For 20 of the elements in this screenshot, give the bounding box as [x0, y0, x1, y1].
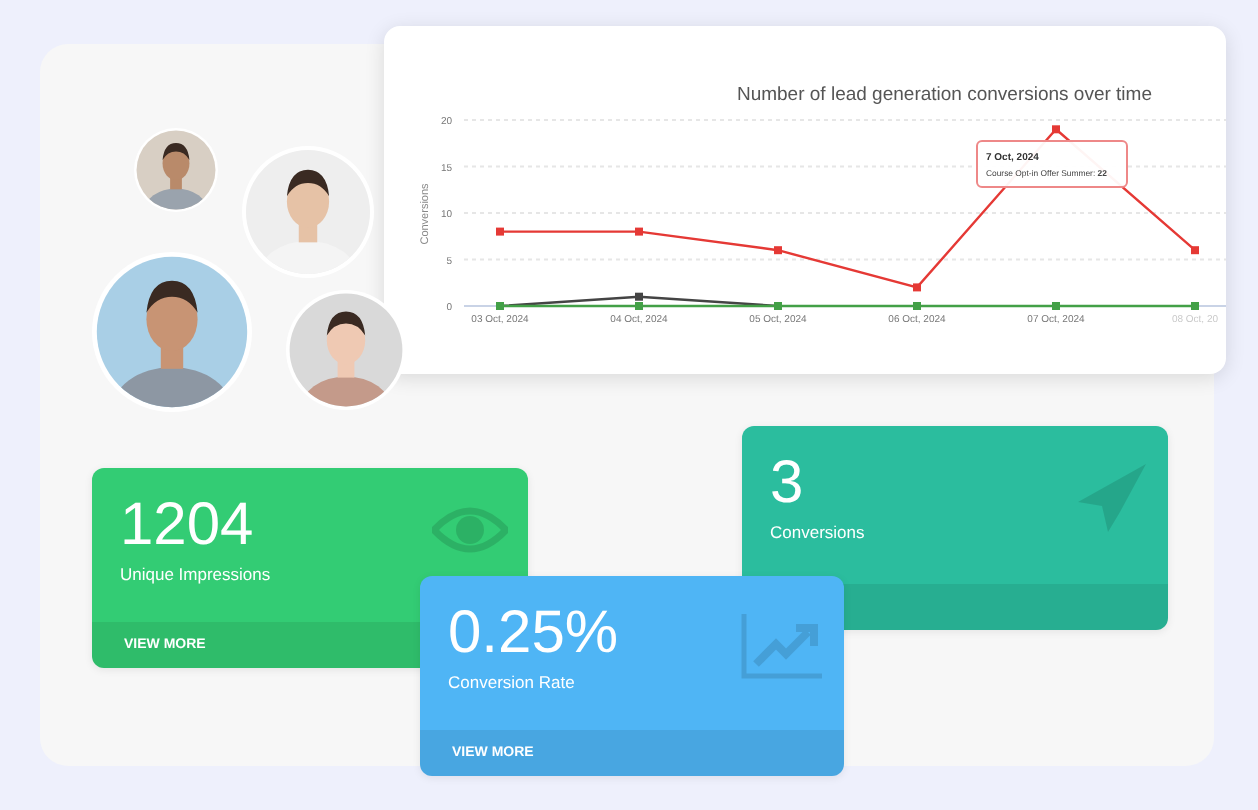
- stat-label: Unique Impressions: [120, 564, 271, 584]
- trend-chart-icon: [740, 612, 824, 680]
- stat-label: Conversion Rate: [448, 672, 577, 692]
- stat-value: 0.25%: [448, 604, 619, 664]
- point: [635, 292, 643, 301]
- point: [1052, 302, 1060, 310]
- stat-value: 1204: [120, 496, 256, 556]
- stat-value: 3: [770, 454, 806, 514]
- point: [1052, 125, 1060, 134]
- point: [774, 246, 782, 255]
- point: [913, 302, 921, 310]
- point: [496, 227, 504, 236]
- point: [1191, 302, 1199, 310]
- point: [635, 302, 643, 310]
- point: [635, 227, 643, 236]
- point: [913, 283, 921, 292]
- point: [1191, 246, 1199, 255]
- eye-icon: [432, 504, 508, 556]
- stat-label: Conversions: [770, 522, 865, 542]
- chart-title: Number of lead generation conversions over time: [736, 84, 1152, 106]
